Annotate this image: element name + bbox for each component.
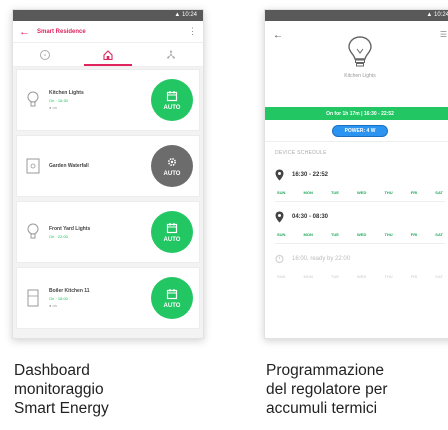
day-label[interactable]: TUE	[331, 190, 339, 195]
boiler-icon	[27, 289, 39, 307]
clock-icon	[39, 49, 50, 60]
weekday-row: SUN MON TUE WED THU FRI SAT	[275, 190, 445, 195]
day-label[interactable]: TUE	[331, 274, 339, 279]
home-icon	[103, 49, 113, 60]
auto-mode-button[interactable]: AUTO	[151, 277, 193, 319]
back-arrow-icon[interactable]: ←	[273, 30, 283, 41]
caption-line: monitoraggio	[14, 381, 104, 398]
day-label[interactable]: MON	[304, 274, 313, 279]
back-arrow-icon[interactable]: ←	[19, 26, 33, 38]
day-label[interactable]: SUN	[277, 232, 285, 237]
auto-mode-button[interactable]: AUTO	[151, 145, 193, 187]
day-label[interactable]: WED	[357, 274, 366, 279]
app-title: Smart Residence	[37, 28, 86, 35]
app-bar: ← Smart Residence ⋮	[13, 21, 203, 43]
device-card[interactable]: Garden Waterfall AUTO	[16, 135, 200, 197]
gear-icon	[167, 157, 177, 166]
bulb-icon	[27, 91, 39, 107]
calendar-icon	[166, 90, 178, 101]
day-label[interactable]: TUE	[331, 232, 339, 237]
calendar-icon	[166, 222, 178, 233]
caption-line: Programmazione	[266, 362, 385, 379]
power-pill-row: POWER: 4 W	[265, 120, 448, 142]
bulb-icon	[27, 223, 39, 239]
caption-line: del regolatore per	[266, 381, 388, 398]
socket-icon	[26, 158, 40, 174]
caption-line: Dashboard	[14, 362, 90, 379]
device-list: Kitchen Lights On · 16:30 ● on AUTO Gard…	[13, 67, 203, 338]
device-header: ← ☰ Kitchen Lights	[265, 21, 448, 107]
day-label[interactable]: SAT	[435, 232, 443, 237]
clock-icon	[275, 255, 284, 263]
day-label[interactable]: SUN	[277, 190, 285, 195]
device-card[interactable]: Front Yard Lights On · 22:00 AUTO	[16, 201, 200, 263]
day-label[interactable]: THU	[384, 232, 392, 237]
section-title: DEVICE SCHEDULE	[275, 150, 327, 156]
day-label[interactable]: SAT	[435, 274, 443, 279]
device-card[interactable]: Kitchen Lights On · 16:30 ● on AUTO	[16, 69, 200, 131]
day-label[interactable]: WED	[357, 232, 366, 237]
menu-icon[interactable]: ☰	[440, 30, 447, 39]
auto-label: AUTO	[163, 302, 181, 309]
location-pin-icon	[275, 169, 284, 181]
power-pill[interactable]: POWER: 4 W	[331, 124, 389, 137]
day-label[interactable]: SUN	[277, 274, 285, 279]
schedule-caption: Programmazione del regolatore per accumu…	[266, 361, 446, 418]
schedule-slot[interactable]: 16:30 - 22:52 SUN MON TUE WED THU FRI SA…	[265, 166, 448, 195]
status-bar: ▲ 10:24	[13, 10, 203, 21]
day-label[interactable]: FRI	[411, 274, 417, 279]
more-options-icon[interactable]: ⋮	[188, 26, 197, 37]
slot-time: 16:00, ready by 22:00	[292, 256, 351, 262]
day-label[interactable]: WED	[357, 190, 366, 195]
device-name: Kitchen Lights	[344, 73, 376, 79]
status-bar: ▲ 10:24	[265, 10, 448, 21]
auto-mode-button[interactable]: AUTO	[151, 79, 193, 121]
auto-label: AUTO	[163, 104, 181, 111]
tab-clock[interactable]	[13, 43, 76, 66]
auto-label: AUTO	[163, 170, 181, 177]
day-label[interactable]: MON	[304, 232, 313, 237]
weekday-row: SUN MON TUE WED THU FRI SAT	[275, 232, 445, 237]
dashboard-caption: Dashboard monitoraggio Smart Energy	[14, 361, 204, 418]
tab-bar	[13, 43, 203, 67]
auto-mode-button[interactable]: AUTO	[151, 211, 193, 253]
day-label[interactable]: FRI	[411, 232, 417, 237]
calendar-icon	[166, 288, 178, 299]
divider	[275, 201, 445, 202]
day-label[interactable]: FRI	[411, 190, 417, 195]
slot-time: 16:30 - 22:52	[292, 172, 329, 178]
dashboard-screen: ▲ 10:24 ← Smart Residence ⋮ Kitchen Ligh…	[12, 9, 204, 339]
schedule-slot[interactable]: 16:00, ready by 22:00 SUN MON TUE WED TH…	[265, 250, 448, 279]
fan-icon	[167, 49, 176, 59]
caption-line: accumuli termici	[266, 400, 378, 417]
device-card[interactable]: Boiler Kitchen 11 On · 18:00 ● on AUTO	[16, 267, 200, 329]
day-label[interactable]: SAT	[435, 190, 443, 195]
location-pin-icon	[275, 211, 284, 223]
bulb-icon	[348, 36, 372, 67]
day-label[interactable]: MON	[304, 190, 313, 195]
divider	[275, 243, 445, 244]
slot-time: 04:30 - 08:30	[292, 214, 329, 220]
device-status-bar: On for 1h 17m | 16:30 - 22:52	[265, 107, 448, 120]
tab-settings[interactable]	[140, 43, 203, 66]
tab-home[interactable]	[76, 43, 139, 66]
caption-line: Smart Energy	[14, 400, 109, 417]
weekday-row: SUN MON TUE WED THU FRI SAT	[275, 274, 445, 279]
day-label[interactable]: THU	[384, 274, 392, 279]
day-label[interactable]: THU	[384, 190, 392, 195]
schedule-screen: ▲ 10:24 ← ☰ Kitchen Lights On for 1h 17m…	[264, 9, 448, 339]
auto-label: AUTO	[163, 236, 181, 243]
schedule-slot[interactable]: 04:30 - 08:30 SUN MON TUE WED THU FRI SA…	[265, 208, 448, 237]
